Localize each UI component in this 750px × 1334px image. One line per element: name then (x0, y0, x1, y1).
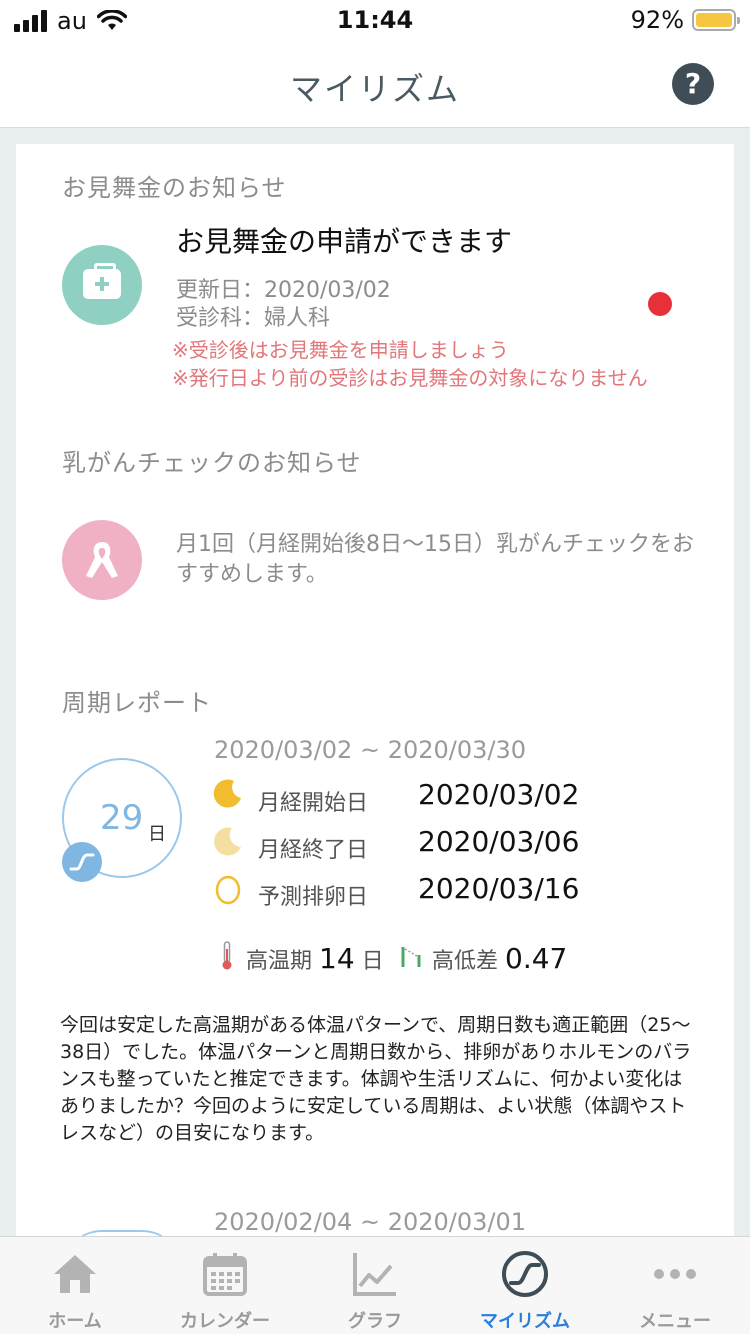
temp-difference: 高低差 0.47 (432, 942, 567, 975)
high-temp-value: 14 (319, 942, 355, 975)
tab-menu[interactable]: メニュー (600, 1237, 750, 1334)
page-title: マイリズム (289, 70, 460, 108)
myrhythm-icon (502, 1251, 548, 1297)
insurance-department: 受診科：婦人科 (176, 306, 331, 331)
cycle-report-comment: 今回は安定した高温期がある体温パターンで、周期日数も適正範囲（25〜38日）でし… (60, 1014, 692, 1144)
cycle-wave-icon (62, 842, 102, 882)
help-button[interactable]: ? (672, 63, 714, 105)
high-temp-period: 高温期 14 日 (246, 942, 384, 975)
tab-home[interactable]: ホーム (0, 1237, 150, 1334)
period-start-date: 2020/03/02 (418, 778, 580, 811)
breast-check-section-title: 乳がんチェックのお知らせ (62, 449, 362, 477)
temp-difference-icon (401, 947, 421, 967)
tab-calendar-label: カレンダー (180, 1311, 270, 1332)
menu-icon (654, 1269, 696, 1279)
insurance-heading[interactable]: お見舞金の申請ができます (176, 220, 512, 260)
medical-bag-icon (62, 245, 142, 325)
screen: au 11:44 92% マイリズム ? お見舞金のお知らせ お見舞金の申請がで… (0, 0, 750, 1334)
cycle-days-ring[interactable]: 29 日 (62, 758, 182, 882)
ovulation-label: 予測排卵日 (258, 885, 369, 910)
tab-bar: ホーム カレンダー グラフ マイリズム メニュー (0, 1236, 750, 1334)
ovulation-date: 2020/03/16 (418, 872, 580, 905)
tab-calendar[interactable]: カレンダー (150, 1237, 300, 1334)
status-bar: au 11:44 92% (0, 0, 750, 40)
tab-myrhythm[interactable]: マイリズム (450, 1237, 600, 1334)
tab-graph-label: グラフ (348, 1311, 402, 1332)
period-start-label: 月経開始日 (258, 791, 369, 816)
calendar-icon (203, 1253, 247, 1296)
battery-percent: 92% (630, 6, 684, 34)
high-temp-label: 高温期 (246, 949, 313, 974)
graph-icon (353, 1253, 396, 1296)
cycle-range: 2020/03/02 ~ 2020/03/30 (214, 736, 527, 764)
unread-badge (648, 292, 672, 316)
temp-difference-value: 0.47 (505, 942, 568, 975)
content-card: お見舞金のお知らせ お見舞金の申請ができます 更新日：2020/03/02 受診… (16, 144, 734, 1244)
tab-menu-label: メニュー (639, 1311, 711, 1332)
nav-bar: マイリズム ? (0, 40, 750, 128)
full-moon-icon (213, 779, 241, 808)
insurance-warning-2: ※発行日より前の受診はお見舞金の対象になりません (172, 366, 648, 390)
cycle-days-value: 29 (100, 798, 144, 838)
insurance-section-title: お見舞金のお知らせ (62, 174, 287, 202)
ovulation-egg-icon (215, 875, 241, 905)
breast-check-text: 月1回（月経開始後8日〜15日）乳がんチェックをおすすめします。 (176, 532, 694, 587)
tab-myrhythm-label: マイリズム (480, 1311, 570, 1332)
next-cycle-range: 2020/02/04 ~ 2020/03/01 (214, 1208, 527, 1236)
battery-icon (692, 9, 740, 31)
insurance-warning-1: ※受診後はお見舞金を申請しましょう (172, 338, 509, 362)
cycle-report-section-title: 周期レポート (62, 689, 212, 717)
cycle-days-unit: 日 (148, 824, 166, 845)
ribbon-icon (62, 520, 142, 600)
temp-difference-label: 高低差 (432, 949, 499, 974)
tab-graph[interactable]: グラフ (300, 1237, 450, 1334)
crescent-moon-icon (214, 827, 241, 856)
period-end-date: 2020/03/06 (418, 825, 580, 858)
status-right: 92% (630, 6, 740, 34)
thermometer-icon (222, 941, 232, 970)
high-temp-unit: 日 (361, 949, 384, 974)
tab-home-label: ホーム (48, 1311, 102, 1332)
home-icon (54, 1255, 96, 1293)
period-end-label: 月経終了日 (258, 838, 369, 863)
